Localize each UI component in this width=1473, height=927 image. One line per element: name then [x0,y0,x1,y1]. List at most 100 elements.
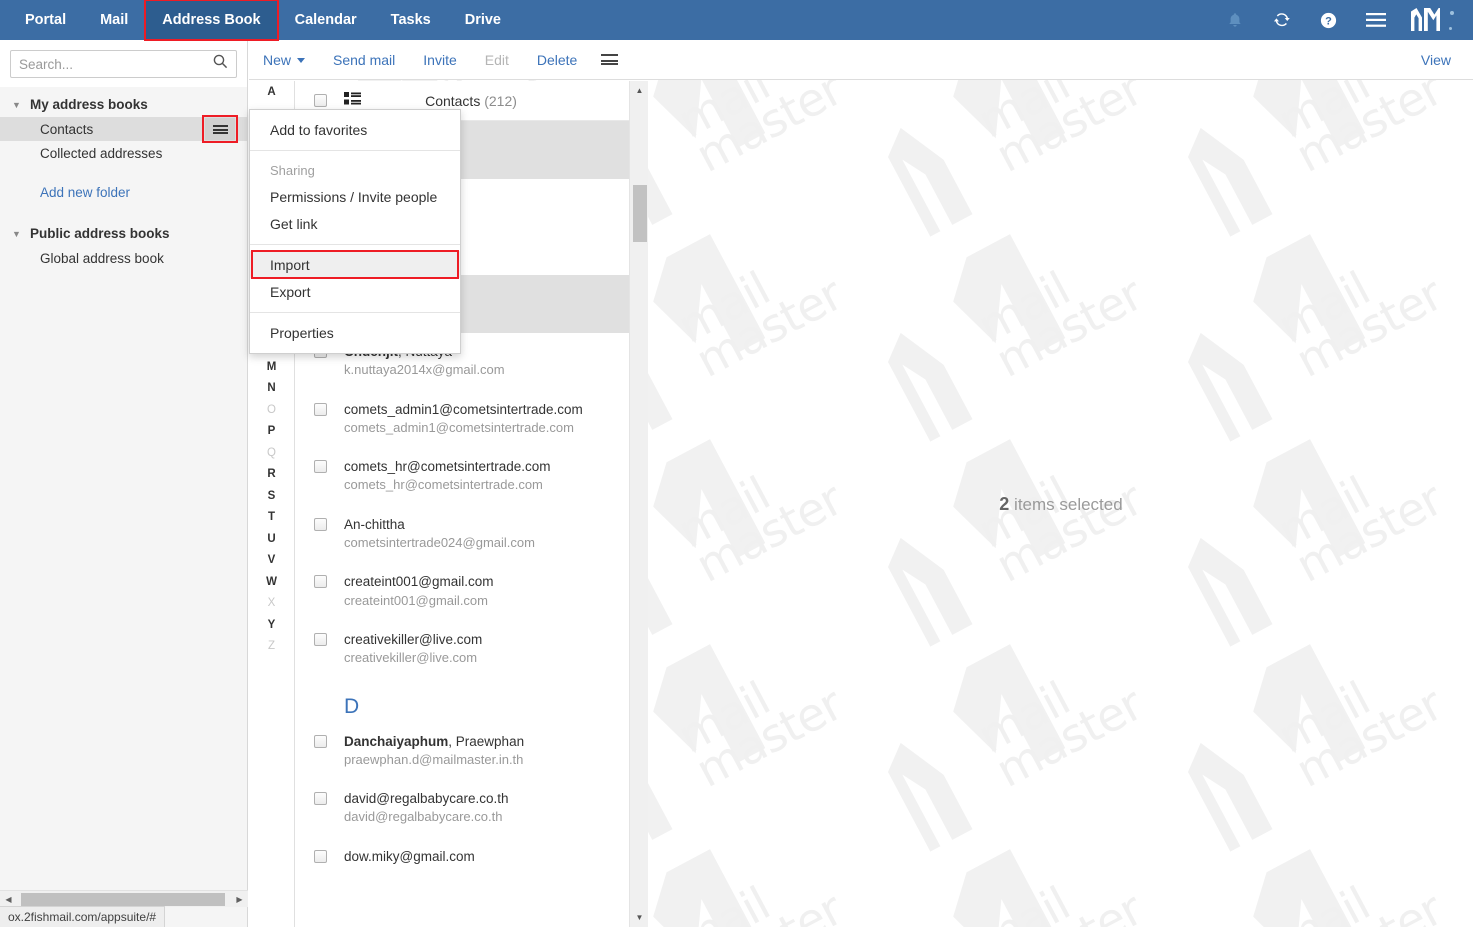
contact-list-row[interactable]: dow.miky@gmail.com [295,838,647,877]
contact-name: comets_hr@cometsintertrade.com [344,457,551,476]
view-button[interactable]: View [1407,52,1473,68]
contact-checkbox[interactable] [314,734,327,748]
contact-checkbox[interactable] [314,633,327,647]
contact-checkbox[interactable] [314,792,327,806]
search-box[interactable] [10,50,237,78]
nav-item-portal[interactable]: Portal [8,0,83,40]
selected-count: 2 [999,493,1010,514]
alpha-letter-p[interactable]: P [249,421,294,443]
nav-item-mail[interactable]: Mail [83,0,145,40]
menu-item-export[interactable]: Export [250,278,460,305]
contact-firstname: david@regalbabycare.co.th [344,791,509,807]
scroll-right-arrow[interactable]: ▶ [231,891,248,908]
contact-email: createint001@gmail.com [344,592,488,608]
sidebar-group-1[interactable]: ▼ Public address books [0,221,247,246]
nav-item-tasks[interactable]: Tasks [374,0,448,40]
chevron-down-icon[interactable]: ▼ [12,100,30,110]
contact-row-text: createint001@gmail.com createint001@gmail… [344,572,494,610]
nav-item-calendar[interactable]: Calendar [278,0,374,40]
select-all-checkbox[interactable] [314,94,327,107]
alpha-letter-u[interactable]: U [249,528,294,550]
hscroll-track[interactable] [17,891,231,908]
refresh-icon[interactable] [1258,0,1305,40]
alpha-letter-s[interactable]: S [249,485,294,507]
alpha-letter-t[interactable]: T [249,507,294,529]
contact-list-row[interactable]: createint001@gmail.com createint001@gmail… [295,563,647,621]
scroll-left-arrow[interactable]: ◀ [0,891,17,908]
alpha-letter-v[interactable]: V [249,550,294,572]
send-mail-button[interactable]: Send mail [319,52,409,68]
menu-item-import[interactable]: Import [250,251,460,278]
sidebar-item-collected-addresses[interactable]: Collected addresses [0,141,247,165]
sidebar-horizontal-scrollbar[interactable]: ◀ ▶ [0,890,248,907]
search-container [0,40,247,87]
nav-item-label: Portal [25,12,67,28]
menu-item-get-link[interactable]: Get link [250,210,460,237]
selection-summary: 2 items selected [999,494,1122,515]
hscroll-thumb[interactable] [21,892,225,906]
add-new-folder-link[interactable]: Add new folder [0,179,247,203]
vscroll-thumb[interactable] [633,185,647,242]
search-icon[interactable] [213,54,228,74]
nav-item-drive[interactable]: Drive [448,0,518,40]
alpha-letter-n[interactable]: N [249,378,294,400]
contact-list-scrollbar[interactable]: ▲ ▼ [629,81,648,927]
contact-checkbox[interactable] [314,460,327,474]
contact-checkbox[interactable] [314,575,327,589]
menu-icon[interactable] [1352,0,1399,40]
menu-item-properties[interactable]: Properties [250,319,460,346]
alpha-letter-label: N [267,382,276,395]
bell-icon[interactable] [1211,0,1258,40]
contact-name: david@regalbabycare.co.th [344,789,509,808]
search-input[interactable] [19,56,213,72]
invite-button[interactable]: Invite [409,52,470,68]
alpha-letter-a[interactable]: A [249,81,294,103]
list-view-icon[interactable] [344,91,361,110]
group-letter: D [344,694,360,718]
edit-button: Edit [484,51,509,68]
menu-item-add-to-favorites[interactable]: Add to favorites [250,116,460,143]
contact-name: createint001@gmail.com [344,572,494,591]
new-button[interactable]: New [249,52,319,68]
alpha-letter-m[interactable]: M [249,356,294,378]
alpha-letter-x: X [249,593,294,615]
folder-menu-icon[interactable] [205,118,235,140]
toolbar-more-menu-icon[interactable] [591,54,628,65]
contact-list-row[interactable]: comets_hr@cometsintertrade.com comets_hr@… [295,448,647,506]
list-count: (212) [484,92,517,109]
sidebar-item-global-address-book[interactable]: Global address book [0,246,247,270]
alpha-letter-label: V [267,554,276,567]
contact-list-row[interactable]: david@regalbabycare.co.th david@regalbaby… [295,780,647,838]
nav-item-label: Calendar [294,12,357,28]
contact-firstname: creativekiller@live.com [344,632,483,648]
alpha-letter-w[interactable]: W [249,571,294,593]
alpha-letter-q: Q [249,442,294,464]
contact-checkbox[interactable] [314,849,327,863]
alpha-letter-r[interactable]: R [249,464,294,486]
contact-firstname: An-chittha [344,516,405,532]
contact-name: creativekiller@live.com [344,630,482,649]
contact-row-text: comets_hr@cometsintertrade.com comets_hr@… [344,457,551,495]
scroll-up-arrow[interactable]: ▲ [630,81,649,100]
chevron-down-icon[interactable]: ▼ [12,229,30,239]
sidebar-group-0[interactable]: ▼ My address books [0,92,247,117]
add-new-folder-label: Add new folder [40,184,131,200]
nav-item-address-book[interactable]: Address Book [145,0,278,40]
contact-checkbox[interactable] [314,402,327,416]
help-icon[interactable]: ? [1305,0,1352,40]
contact-list-row[interactable]: creativekiller@live.com creativekiller@li… [295,621,647,679]
contact-list-row[interactable]: An-chittha cometsintertrade024@gmail.com [295,506,647,564]
contact-email: praewphan.d@mailmaster.in.th [344,751,524,767]
contact-list-row[interactable]: comets_admin1@cometsintertrade.com comets… [295,391,647,449]
contact-firstname: createint001@gmail.com [344,574,494,590]
contact-list-row[interactable]: Danchaiyaphum, Praewphan praewphan.d@mail… [295,723,647,781]
menu-item-permissions-invite-people[interactable]: Permissions / Invite people [250,183,460,210]
sidebar-group-label: My address books [30,97,148,112]
scroll-down-arrow[interactable]: ▼ [630,908,649,927]
sidebar-item-contacts[interactable]: Contacts [0,117,247,141]
contact-checkbox[interactable] [314,517,327,531]
alpha-letter-label: X [267,597,276,610]
delete-button[interactable]: Delete [523,52,591,68]
alpha-letter-y[interactable]: Y [249,614,294,636]
contact-firstname: dow.miky@gmail.com [344,848,475,864]
